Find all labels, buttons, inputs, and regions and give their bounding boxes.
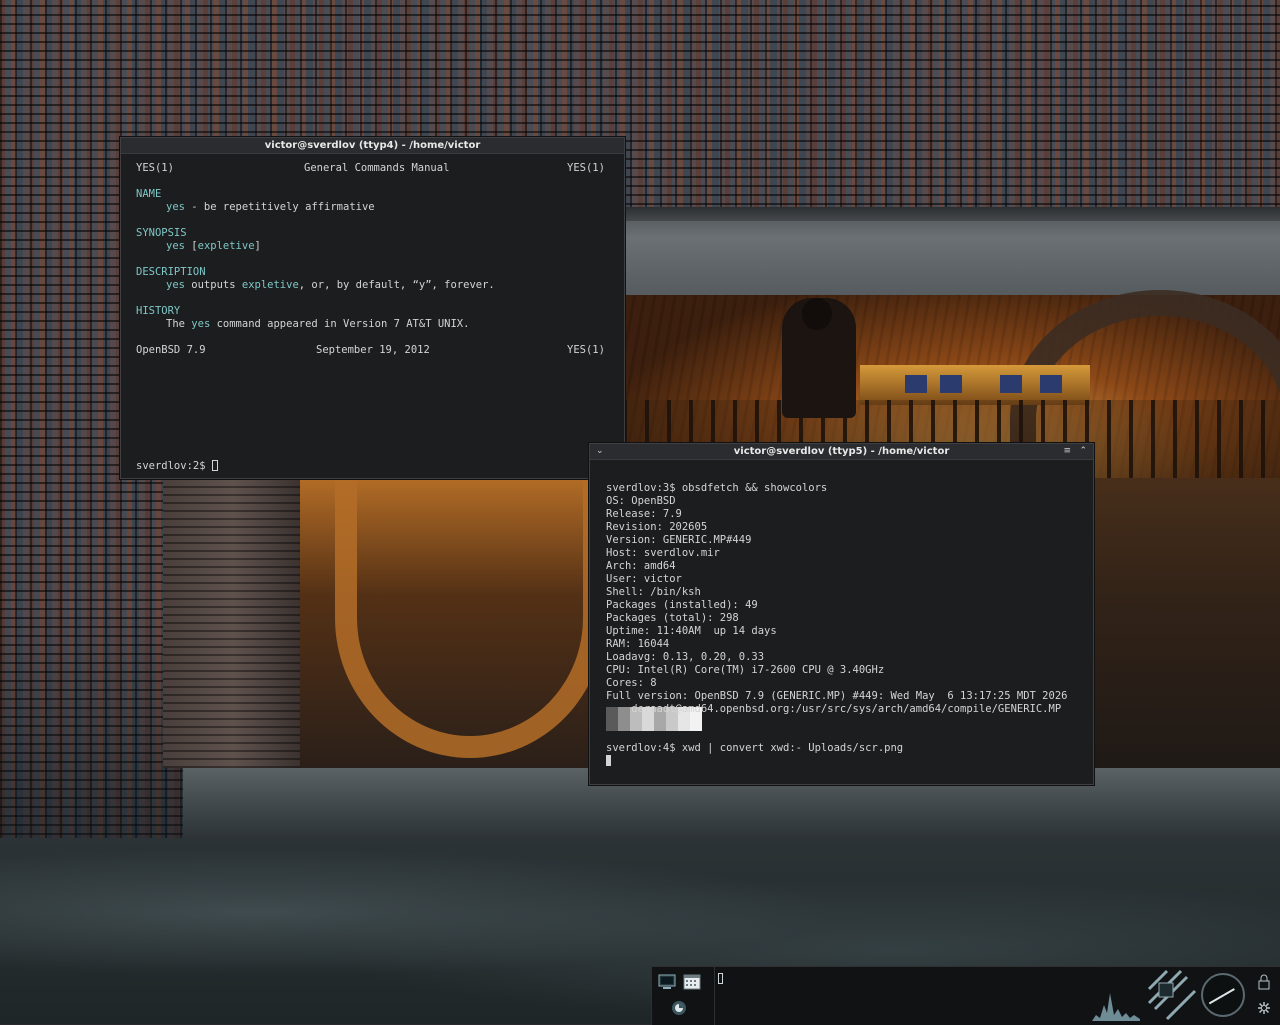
settings-icon[interactable] xyxy=(1255,999,1273,1017)
lock-icon[interactable] xyxy=(1255,973,1273,991)
shell-prompt-line[interactable]: sverdlov:2$ xyxy=(136,460,218,473)
shell-prompt: sverdlov:2$ xyxy=(136,460,212,472)
arg-expletive: expletive xyxy=(197,240,255,252)
task-cursor xyxy=(718,973,723,984)
man-section-history: HISTORY xyxy=(136,305,181,317)
network-graph-icon xyxy=(1092,985,1140,1025)
fetch-output-line: Shell: /bin/ksh xyxy=(606,586,701,598)
window-title: victor@sverdlov (ttyp4) - /home/victor xyxy=(264,140,481,151)
cmd-yes: yes xyxy=(166,201,185,213)
man-history-line: The yes command appeared in Version 7 AT… xyxy=(166,318,469,331)
calendar-icon[interactable] xyxy=(681,971,703,993)
history-text: command appeared in Version 7 AT&T UNIX. xyxy=(210,318,470,330)
fetch-output-line: Packages (total): 298 xyxy=(606,612,739,624)
terminal-window-ttyp5[interactable]: ⌄ victor@sverdlov (ttyp5) - /home/victor… xyxy=(589,443,1094,785)
clock-icon xyxy=(1201,973,1245,1017)
terminal-content[interactable]: sverdlov:4$ xwd | convert xwd:- Uploads/… xyxy=(590,460,1093,784)
man-synopsis-line: yes [expletive] xyxy=(166,240,261,253)
fetch-output-line: Revision: 202605 xyxy=(606,521,708,533)
window-title: victor@sverdlov (ttyp5) - /home/victor xyxy=(733,446,950,457)
fetch-output-line: Host: sverdlov.mir xyxy=(606,547,720,559)
fetch-output-line: User: victor xyxy=(606,573,682,585)
concrete-beam-top xyxy=(623,207,1280,221)
fetch-output-line: Full version: OpenBSD 7.9 (GENERIC.MP) #… xyxy=(606,690,1068,702)
clock-hour-hand xyxy=(1223,988,1235,996)
fetch-output-line: Release: 7.9 xyxy=(606,508,682,520)
panel-divider xyxy=(714,967,715,1025)
reflection-arch xyxy=(335,478,605,758)
man-header-left: YES(1) xyxy=(136,162,174,174)
cmd-yes: yes xyxy=(166,240,185,252)
fetch-output-line: CPU: Intel(R) Core(TM) i7-2600 CPU @ 3.4… xyxy=(606,664,885,676)
terminal-content[interactable]: YES(1) General Commands Manual YES(1) NA… xyxy=(121,154,624,478)
man-header-right: YES(1) xyxy=(567,162,605,174)
fetch-output-line: OS: OpenBSD xyxy=(606,495,676,507)
last-command: sverdlov:4$ xwd | convert xwd:- Uploads/… xyxy=(606,742,904,754)
terminal-window-ttyp4[interactable]: victor@sverdlov (ttyp4) - /home/victor Y… xyxy=(120,137,625,479)
fetch-output-line: Version: GENERIC.MP#449 xyxy=(606,534,752,546)
cmd-yes: yes xyxy=(191,318,211,330)
terminal-icon[interactable] xyxy=(656,971,678,993)
man-section-synopsis: SYNOPSIS xyxy=(136,227,187,239)
man-section-description: DESCRIPTION xyxy=(136,266,206,278)
arg-expletive: expletive xyxy=(241,279,299,291)
text-cursor xyxy=(606,755,611,766)
fetch-output-line: Cores: 8 xyxy=(606,677,657,689)
shell-command-line: sverdlov:3$ obsdfetch && showcolors xyxy=(606,482,828,494)
name-description: - be repetitively affirmative xyxy=(184,201,375,213)
firefox-icon[interactable] xyxy=(668,997,690,1019)
fetch-output-line: Uptime: 11:40AM up 14 days xyxy=(606,625,777,637)
man-header-center: General Commands Manual xyxy=(304,162,450,174)
desc-text: , or, by default, “y”, forever. xyxy=(298,279,495,291)
person-head xyxy=(802,298,832,330)
menu-icon[interactable]: ≡ xyxy=(1063,444,1071,459)
fetch-output-line: deraadt@amd64.openbsd.org:/usr/src/sys/a… xyxy=(606,703,1062,715)
bracket-close: ] xyxy=(254,240,261,252)
clock-minute-hand xyxy=(1208,994,1225,1005)
bottom-panel xyxy=(651,966,1280,1025)
fetch-output-line: Loadavg: 0.13, 0.20, 0.33 xyxy=(606,651,765,663)
fetch-output-line: Packages (installed): 49 xyxy=(606,599,758,611)
man-footer-center: September 19, 2012 xyxy=(316,344,430,356)
window-titlebar[interactable]: ⌄ victor@sverdlov (ttyp5) - /home/victor… xyxy=(590,444,1093,460)
man-name-line: yes - be repetitively affirmative xyxy=(166,201,375,214)
bracket-open: [ xyxy=(184,240,198,252)
desc-text: outputs xyxy=(184,279,242,291)
reflection-shadow xyxy=(1095,478,1280,770)
cpu-monitor-icon xyxy=(1147,969,1197,1025)
man-footer-right: YES(1) xyxy=(567,344,605,356)
text-cursor xyxy=(211,460,218,471)
brick-pillar xyxy=(163,478,303,768)
chevron-down-icon[interactable]: ⌄ xyxy=(596,444,604,459)
fetch-output-line: Arch: amd64 xyxy=(606,560,676,572)
history-text: The xyxy=(166,318,192,330)
shell-prompt-line[interactable] xyxy=(606,755,611,768)
fetch-output-line: RAM: 16044 xyxy=(606,638,670,650)
maximize-icon[interactable]: ⌃ xyxy=(1079,444,1087,459)
man-footer-left: OpenBSD 7.9 xyxy=(136,344,206,356)
man-description-line: yes outputs expletive, or, by default, “… xyxy=(166,279,495,292)
cmd-yes: yes xyxy=(166,279,185,291)
window-titlebar[interactable]: victor@sverdlov (ttyp4) - /home/victor xyxy=(121,138,624,154)
man-section-name: NAME xyxy=(136,188,162,200)
